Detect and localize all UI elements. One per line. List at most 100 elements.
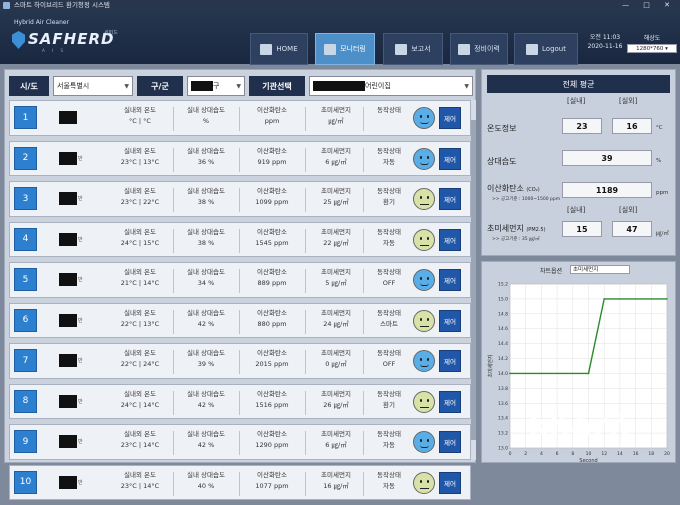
- redacted-block: [59, 475, 77, 489]
- chart-x-tick-label: 2: [524, 451, 527, 457]
- row-number[interactable]: 9: [14, 430, 37, 454]
- column-divider: [305, 188, 306, 212]
- row-number[interactable]: 7: [14, 349, 37, 373]
- pm-cell: 초미세먼지 22 ㎍/㎥: [308, 227, 364, 249]
- sido-select[interactable]: 서울특별시 ▼: [53, 76, 133, 96]
- sido-value: 서울특별시: [57, 82, 90, 90]
- nav-maintenance-button[interactable]: 정비이력: [450, 33, 508, 65]
- window-controls[interactable]: — □ ✕: [622, 0, 676, 11]
- row-number[interactable]: 6: [14, 308, 37, 332]
- column-divider: [239, 471, 240, 496]
- pm-value: 26 ㎍/㎥: [323, 400, 349, 409]
- status-label: 동작상태: [377, 349, 401, 357]
- pm-value: 22 ㎍/㎥: [323, 238, 349, 247]
- chart-data-point: [603, 298, 605, 300]
- chart-y-tick-label: 14.4: [498, 341, 508, 347]
- average-title: 전체 평균: [487, 75, 670, 93]
- status-label: 동작상태: [377, 308, 401, 317]
- co2-note: >> 공고기준 : 1000~1500 ppm: [492, 197, 561, 202]
- pm-label: 초미세먼지 (PM2.5): [487, 223, 546, 234]
- temperature-cell: 실내외 온도 23°C | 14°C: [110, 429, 170, 451]
- room-name: 반: [37, 182, 103, 216]
- control-button[interactable]: 제어: [439, 228, 461, 251]
- gugun-select[interactable]: 구 ▼: [187, 76, 245, 96]
- face-mouth: [420, 487, 429, 489]
- temperature-cell: 실내외 온도 24°C | 14°C: [110, 389, 170, 411]
- row-number[interactable]: 10: [14, 470, 37, 494]
- column-divider: [173, 188, 174, 212]
- nav-home-button[interactable]: HOME: [250, 33, 308, 65]
- column-divider: [363, 188, 364, 212]
- face-mouth: [420, 244, 429, 246]
- control-button[interactable]: 제어: [439, 147, 461, 170]
- control-button[interactable]: 제어: [439, 188, 461, 210]
- redacted-block: [59, 394, 77, 408]
- co2-label: 이산화탄소: [257, 227, 287, 236]
- column-divider: [239, 269, 240, 293]
- row-number[interactable]: 4: [14, 227, 37, 251]
- chart-y-tick-label: 13.2: [498, 431, 508, 437]
- row-number[interactable]: 2: [14, 146, 37, 170]
- row-number[interactable]: 5: [14, 268, 37, 292]
- scrollbar-thumb[interactable]: [471, 120, 476, 440]
- room-suffix: 반: [78, 196, 83, 202]
- status-value: 자동: [383, 157, 395, 166]
- device-row: 1 실내외 온도 °C | °C 실내 상대습도% 이산화탄소 ppm 초미세먼지 ㎍/㎥ 동작…: [9, 100, 471, 136]
- redacted-block: [59, 232, 77, 246]
- temperature-value: 23°C | 22°C: [120, 198, 160, 206]
- row-number[interactable]: 3: [14, 187, 37, 211]
- chart-x-axis-label: Second: [579, 458, 597, 464]
- nav-report-button[interactable]: 보고서: [383, 33, 443, 65]
- status-cell: 동작상태 스마트: [366, 308, 412, 330]
- humidity-label: 실내 상대습도: [187, 106, 225, 114]
- temperature-label: 실내외 온도: [124, 308, 156, 317]
- nav-label: 정비이력: [474, 45, 500, 53]
- clock: 오전 11:03 2020-11-16: [585, 33, 625, 51]
- control-button[interactable]: 제어: [439, 309, 461, 332]
- nav-logout-button[interactable]: Logout: [514, 33, 578, 65]
- control-button[interactable]: 제어: [439, 269, 461, 291]
- control-button[interactable]: 제어: [439, 350, 461, 372]
- column-divider: [173, 107, 174, 131]
- resolution-select[interactable]: 1280*760 ▾: [627, 44, 677, 53]
- chart-option-select[interactable]: 초미세먼지: [570, 265, 630, 274]
- status-cell: 동작상태 환기: [366, 389, 412, 411]
- pm-value: 0 ㎍/㎥: [325, 360, 347, 368]
- temperature-label: 실내외 온도: [124, 187, 156, 195]
- device-row: 5 반 실내외 온도 21°C | 14°C 실내 상대습도 34 % 이산화탄소 889 p…: [9, 262, 471, 298]
- column-divider: [173, 350, 174, 374]
- chart-y-tick-label: 14.0: [498, 371, 508, 377]
- co2-label: 이산화탄소: [257, 308, 287, 317]
- column-divider: [363, 431, 364, 455]
- pm-cell: 초미세먼지 5 ㎍/㎥: [308, 267, 364, 289]
- control-button[interactable]: 제어: [439, 390, 461, 413]
- control-button[interactable]: 제어: [439, 431, 461, 453]
- avg-pm-indoor: 15: [562, 221, 602, 237]
- chart-y-tick-label: 14.2: [498, 356, 508, 362]
- chart-x-tick-label: 18: [648, 451, 654, 457]
- face-eye: [427, 358, 429, 361]
- temperature-cell: 실내외 온도 21°C | 14°C: [110, 267, 170, 289]
- humidity-cell: 실내 상대습도 38 %: [176, 227, 236, 249]
- column-divider: [363, 350, 364, 374]
- row-number[interactable]: 1: [14, 106, 37, 130]
- column-divider: [239, 147, 240, 172]
- column-divider: [239, 350, 240, 374]
- org-select[interactable]: 어린이집 ▼: [309, 76, 473, 96]
- room-name: 반: [37, 385, 103, 419]
- list-scrollbar[interactable]: [471, 100, 476, 460]
- control-button[interactable]: 제어: [439, 471, 461, 494]
- outdoor-header: [실외]: [619, 97, 638, 105]
- face-mouth: [420, 283, 429, 286]
- nav-monitor-button[interactable]: 모니터링: [315, 33, 375, 65]
- status-cell: 동작상태 자동: [366, 227, 412, 249]
- control-button[interactable]: 제어: [439, 107, 461, 129]
- chart-y-axis-label: 초미세먼지: [487, 354, 494, 377]
- gugun-label: 구/군: [137, 76, 183, 96]
- chart-y-tick-label: 13.0: [498, 446, 508, 452]
- row-number[interactable]: 8: [14, 389, 37, 413]
- room-suffix: 반: [78, 439, 83, 445]
- co2-value: 1099 ppm: [255, 198, 289, 206]
- pm-value: 16 ㎍/㎥: [323, 481, 349, 490]
- column-divider: [305, 350, 306, 374]
